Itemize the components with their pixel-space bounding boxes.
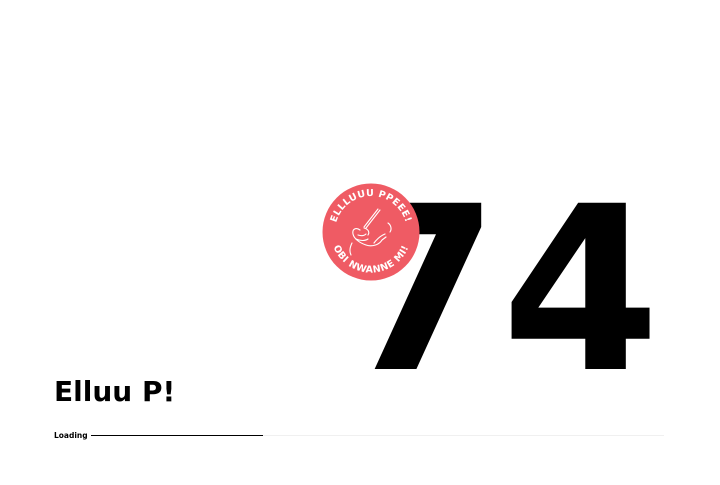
loading-bar: Loading bbox=[54, 430, 664, 442]
brand-title: Elluu P! bbox=[54, 375, 176, 408]
loading-label: Loading bbox=[54, 431, 88, 440]
progress-fill bbox=[91, 435, 263, 436]
sticker-badge: ELLLUUU PPEEE! OBI NWANNE MI! bbox=[322, 183, 420, 281]
progress-track bbox=[91, 435, 664, 436]
